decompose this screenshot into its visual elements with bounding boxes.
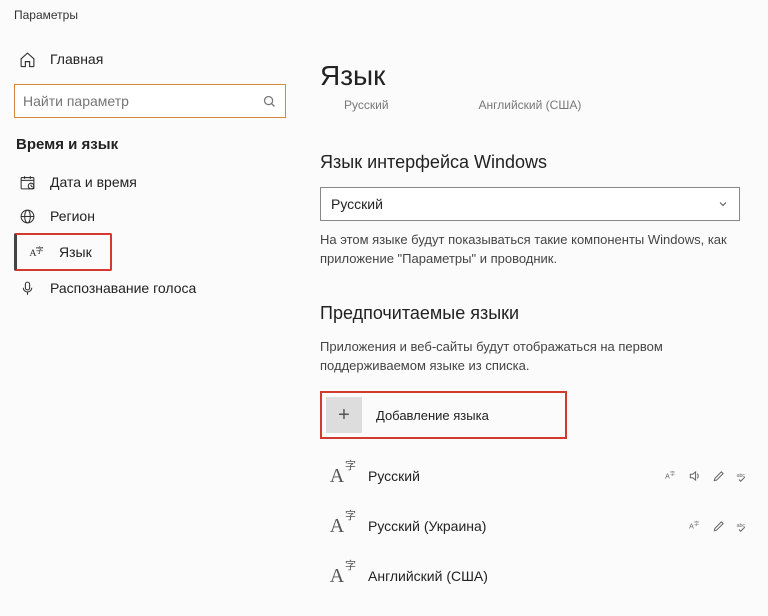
- page-title: Язык: [320, 60, 748, 92]
- spellcheck-icon: abc: [736, 519, 750, 533]
- display-language-heading: Язык интерфейса Windows: [320, 152, 748, 173]
- sidebar-item-datetime[interactable]: Дата и время: [14, 165, 286, 199]
- nav-home[interactable]: Главная: [14, 42, 286, 76]
- sidebar-item-label: Распознавание голоса: [50, 280, 196, 296]
- sidebar-section-title: Время и язык: [16, 136, 286, 153]
- chevron-down-icon: [717, 198, 729, 210]
- language-a-icon: A字: [27, 243, 45, 261]
- add-language-button[interactable]: + Добавление языка: [326, 397, 489, 433]
- search-icon: [262, 94, 277, 109]
- add-language-highlight: + Добавление языка: [320, 391, 567, 439]
- display-lang-icon: A字: [688, 519, 702, 533]
- sidebar-item-language[interactable]: A字 Язык: [17, 235, 110, 269]
- language-item[interactable]: A字 Английский (США): [320, 551, 750, 601]
- language-name: Русский (Украина): [368, 518, 486, 534]
- dropdown-value: Русский: [331, 196, 383, 212]
- sidebar-item-speech[interactable]: Распознавание голоса: [14, 271, 286, 305]
- tts-icon: [688, 469, 702, 483]
- main-content: Язык Русский Английский (США) Язык интер…: [300, 32, 768, 616]
- language-glyph-icon: A字: [320, 559, 354, 593]
- language-name: Русский: [368, 468, 420, 484]
- sublabel-2: Английский (США): [479, 98, 582, 112]
- nav-home-label: Главная: [50, 51, 103, 67]
- display-language-dropdown[interactable]: Русский: [320, 187, 740, 221]
- svg-text:字: 字: [35, 245, 43, 255]
- language-item[interactable]: A字 Русский A字 abc: [320, 451, 750, 501]
- language-glyph-icon: A字: [320, 459, 354, 493]
- window-title: Параметры: [0, 0, 768, 32]
- search-box[interactable]: [14, 84, 286, 118]
- sidebar: Главная Время и язык Дата и время Регион: [0, 32, 300, 616]
- search-input[interactable]: [23, 93, 262, 109]
- sidebar-item-label: Язык: [59, 244, 92, 260]
- spellcheck-icon: abc: [736, 469, 750, 483]
- preferred-languages-hint: Приложения и веб-сайты будут отображатьс…: [320, 338, 750, 376]
- microphone-icon: [18, 279, 36, 297]
- capability-icons: A字 abc: [688, 519, 750, 533]
- title-sublabels: Русский Английский (США): [320, 98, 748, 112]
- handwriting-icon: [712, 519, 726, 533]
- capability-icons: A字 abc: [664, 469, 750, 483]
- home-icon: [18, 50, 36, 68]
- sublabel-1: Русский: [344, 98, 389, 112]
- sidebar-item-region[interactable]: Регион: [14, 199, 286, 233]
- display-language-hint: На этом языке будут показываться такие к…: [320, 231, 750, 269]
- language-item[interactable]: A字 Русский (Украина) A字 abc: [320, 501, 750, 551]
- svg-text:字: 字: [694, 520, 699, 528]
- sidebar-item-label: Регион: [50, 208, 95, 224]
- language-glyph-icon: A字: [320, 509, 354, 543]
- search-wrap: [14, 84, 286, 118]
- sidebar-item-language-highlight: A字 Язык: [14, 233, 112, 271]
- language-name: Английский (США): [368, 568, 488, 584]
- plus-icon: +: [326, 397, 362, 433]
- globe-icon: [18, 207, 36, 225]
- calendar-clock-icon: [18, 173, 36, 191]
- preferred-languages-heading: Предпочитаемые языки: [320, 303, 748, 324]
- display-lang-icon: A字: [664, 469, 678, 483]
- sidebar-item-label: Дата и время: [50, 174, 137, 190]
- add-language-label: Добавление языка: [376, 408, 489, 423]
- handwriting-icon: [712, 469, 726, 483]
- svg-text:字: 字: [670, 470, 675, 478]
